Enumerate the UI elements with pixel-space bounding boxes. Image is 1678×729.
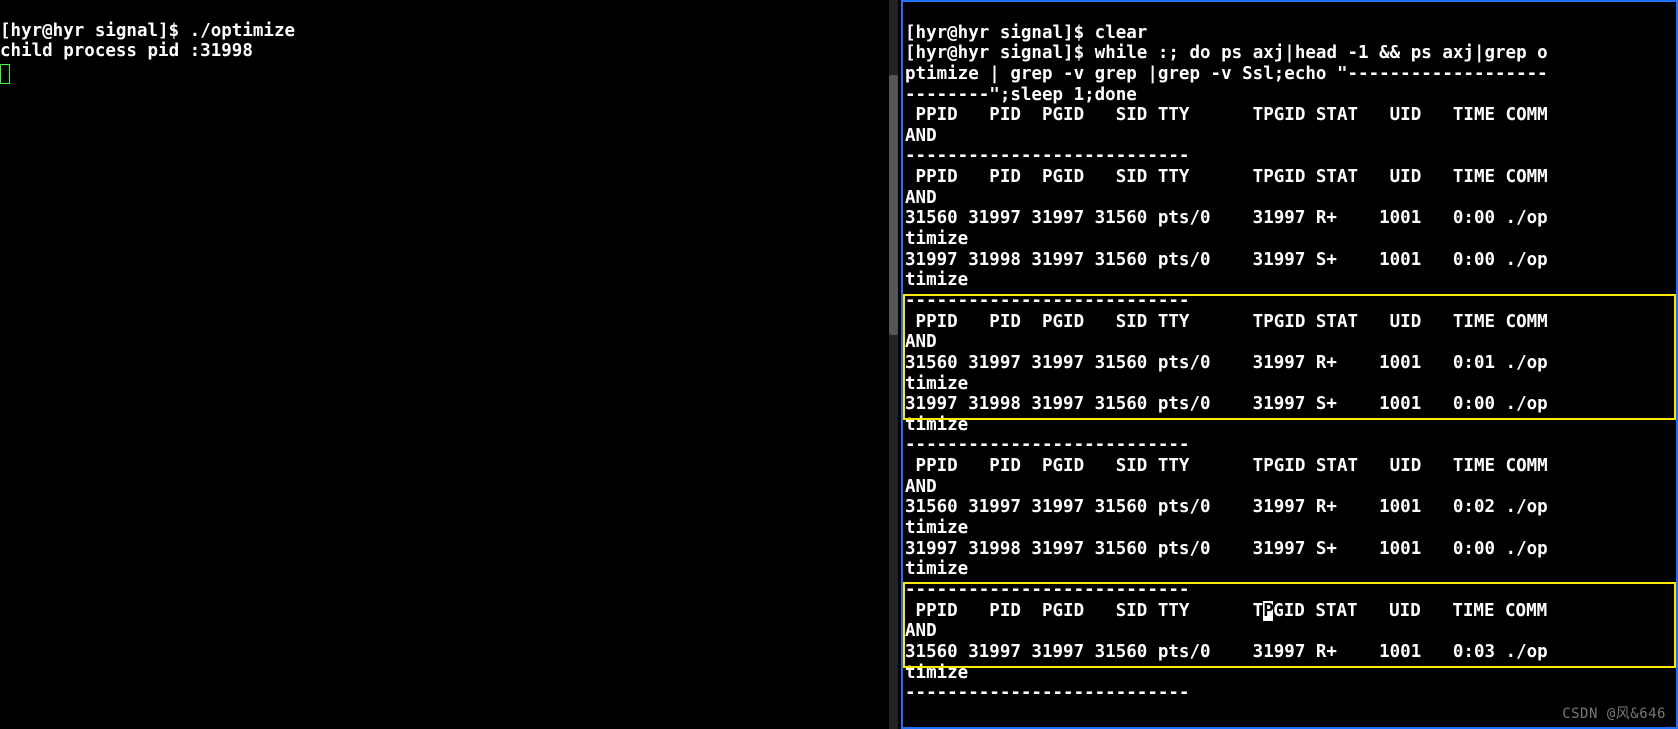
ps-row: 31997 31998 31997 31560 pts/0 31997 S+ 1… bbox=[905, 250, 1548, 270]
separator-line: --------------------------- bbox=[905, 435, 1189, 455]
separator-line: --------------------------- bbox=[905, 580, 1189, 600]
ps-row-wrap: timize bbox=[905, 229, 968, 249]
ps-row-wrap: timize bbox=[905, 374, 968, 394]
ps-row: 31560 31997 31997 31560 pts/0 31997 R+ 1… bbox=[905, 642, 1548, 662]
ps-header: PPID PID PGID SID TTY TPGID STAT UID TIM… bbox=[905, 312, 1548, 332]
shell-prompt: [hyr@hyr signal]$ bbox=[0, 21, 190, 41]
ps-row: 31997 31998 31997 31560 pts/0 31997 S+ 1… bbox=[905, 394, 1548, 414]
ps-header-wrap: AND bbox=[905, 621, 937, 641]
scrollbar-thumb[interactable] bbox=[889, 75, 898, 335]
cursor-icon bbox=[0, 64, 10, 84]
watermark-text: CSDN @风&646 bbox=[1562, 706, 1666, 723]
left-terminal-pane[interactable]: [hyr@hyr signal]$ ./optimize child proce… bbox=[0, 0, 886, 729]
ps-row-wrap: timize bbox=[905, 270, 968, 290]
command-text: --------";sleep 1;done bbox=[905, 85, 1137, 105]
separator-line: --------------------------- bbox=[905, 683, 1189, 703]
output-line: child process pid :31998 bbox=[0, 41, 253, 61]
block-cursor-icon: P bbox=[1263, 601, 1273, 621]
pane-divider[interactable] bbox=[886, 0, 901, 729]
ps-header-wrap: AND bbox=[905, 188, 937, 208]
command-text: while :; do ps axj|head -1 && ps axj|gre… bbox=[1095, 43, 1548, 63]
ps-row-wrap: timize bbox=[905, 415, 968, 435]
command-text: ./optimize bbox=[190, 21, 295, 41]
ps-row: 31560 31997 31997 31560 pts/0 31997 R+ 1… bbox=[905, 353, 1548, 373]
command-text: clear bbox=[1095, 23, 1148, 43]
ps-header: PPID PID PGID SID TTY T bbox=[905, 601, 1263, 621]
shell-prompt: [hyr@hyr signal]$ bbox=[905, 43, 1095, 63]
ps-row-wrap: timize bbox=[905, 518, 968, 538]
ps-header: GID STAT UID TIME COMM bbox=[1273, 601, 1547, 621]
command-text: ptimize | grep -v grep |grep -v Ssl;echo… bbox=[905, 64, 1548, 84]
ps-row: 31997 31998 31997 31560 pts/0 31997 S+ 1… bbox=[905, 539, 1548, 559]
ps-header: PPID PID PGID SID TTY TPGID STAT UID TIM… bbox=[905, 167, 1548, 187]
ps-header: PPID PID PGID SID TTY TPGID STAT UID TIM… bbox=[905, 105, 1548, 125]
separator-line: --------------------------- bbox=[905, 291, 1189, 311]
right-terminal-pane[interactable]: [hyr@hyr signal]$ clear [hyr@hyr signal]… bbox=[901, 0, 1678, 729]
ps-row: 31560 31997 31997 31560 pts/0 31997 R+ 1… bbox=[905, 497, 1548, 517]
separator-line: --------------------------- bbox=[905, 146, 1189, 166]
ps-header-wrap: AND bbox=[905, 477, 937, 497]
ps-header: PPID PID PGID SID TTY TPGID STAT UID TIM… bbox=[905, 456, 1548, 476]
shell-prompt: [hyr@hyr signal]$ bbox=[905, 23, 1095, 43]
ps-row-wrap: timize bbox=[905, 663, 968, 683]
ps-header-wrap: AND bbox=[905, 332, 937, 352]
ps-row: 31560 31997 31997 31560 pts/0 31997 R+ 1… bbox=[905, 208, 1548, 228]
ps-row-wrap: timize bbox=[905, 559, 968, 579]
ps-header-wrap: AND bbox=[905, 126, 937, 146]
